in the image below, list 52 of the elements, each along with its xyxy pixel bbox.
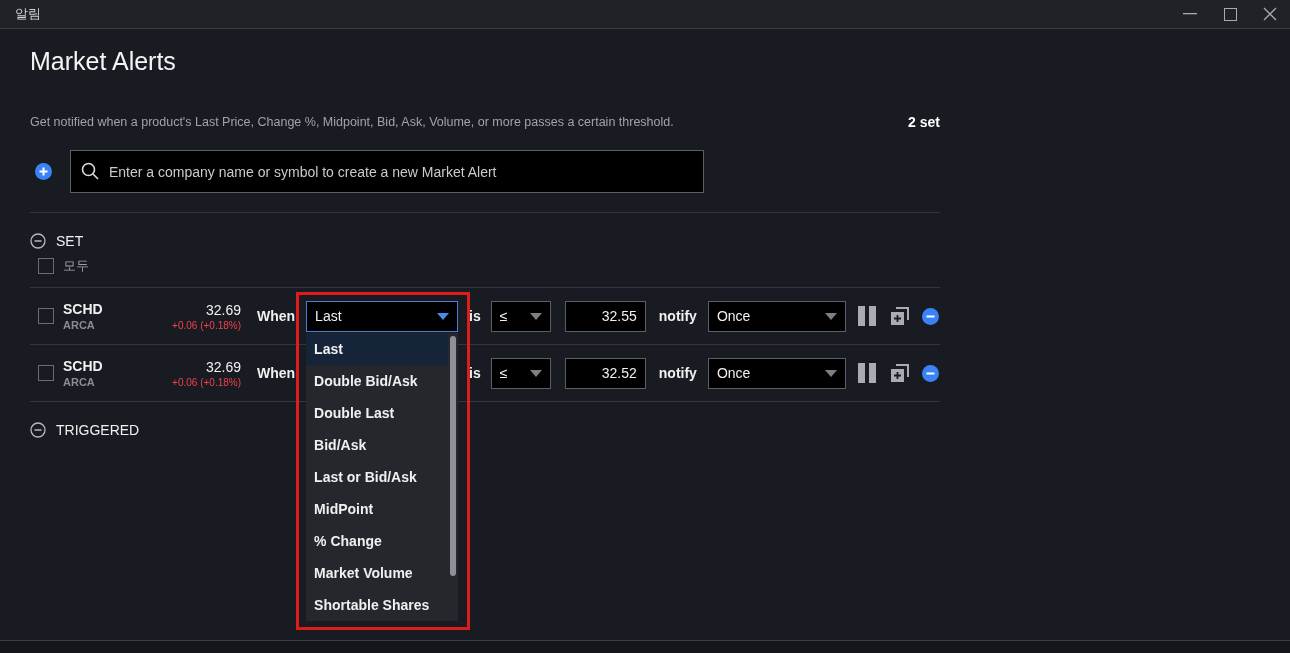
pause-icon[interactable] bbox=[857, 363, 876, 383]
threshold-field[interactable]: 32.52 bbox=[564, 357, 646, 389]
collapse-icon[interactable] bbox=[30, 422, 46, 438]
price-change: +0.06 (+0.18%) bbox=[172, 376, 241, 388]
duplicate-icon[interactable] bbox=[889, 306, 910, 326]
is-label: is bbox=[469, 308, 481, 324]
notify-label: notify bbox=[658, 308, 697, 324]
caret-icon bbox=[529, 312, 542, 320]
collapse-icon[interactable] bbox=[30, 233, 46, 249]
scrollbar[interactable] bbox=[450, 335, 457, 576]
caret-icon bbox=[824, 369, 837, 377]
when-label: When bbox=[257, 365, 296, 381]
checkbox[interactable] bbox=[38, 308, 54, 324]
when-label: When bbox=[257, 308, 296, 324]
is-label: is bbox=[469, 365, 481, 381]
duplicate-icon[interactable] bbox=[889, 363, 910, 383]
frequency-select[interactable]: Once bbox=[707, 300, 846, 332]
remove-icon[interactable] bbox=[921, 307, 939, 325]
threshold-field[interactable]: 32.55 bbox=[564, 300, 646, 332]
price: 32.69 bbox=[205, 301, 241, 318]
price: 32.69 bbox=[205, 358, 241, 375]
window-title: 알림 bbox=[15, 5, 42, 23]
frequency-select[interactable]: Once bbox=[707, 357, 846, 389]
minimize-icon bbox=[1183, 13, 1197, 15]
alert-count: 2 set bbox=[908, 114, 940, 130]
checkbox[interactable] bbox=[38, 365, 54, 381]
search-icon bbox=[81, 162, 99, 180]
exchange: ARCA bbox=[63, 319, 96, 331]
price-change: +0.06 (+0.18%) bbox=[172, 319, 241, 331]
checkbox[interactable] bbox=[38, 258, 54, 274]
description: Get notified when a product's Last Price, Change %, Midpoint, Bid, Ask, Volume, or more passes a certain threshold. bbox=[30, 115, 674, 129]
dropdown-option[interactable]: Last bbox=[306, 332, 449, 365]
field-select[interactable]: Last bbox=[306, 300, 459, 332]
caret-icon bbox=[529, 369, 542, 377]
search-field[interactable]: Enter a company name or symbol to create a new Market Alert bbox=[70, 150, 704, 193]
symbol: SCHD bbox=[63, 301, 104, 317]
caret-icon bbox=[824, 312, 837, 320]
symbol: SCHD bbox=[63, 358, 104, 374]
remove-icon[interactable] bbox=[921, 364, 939, 382]
notify-label: notify bbox=[658, 365, 697, 381]
page-title: Market Alerts bbox=[30, 47, 177, 76]
maximize-icon bbox=[1223, 7, 1237, 21]
caret-icon bbox=[437, 312, 450, 320]
section-label: SET bbox=[56, 233, 84, 249]
add-icon[interactable] bbox=[35, 163, 52, 180]
select-all-label: 모두 bbox=[63, 257, 89, 275]
operator-select[interactable]: ≤ bbox=[490, 300, 551, 332]
close-icon bbox=[1263, 7, 1277, 21]
operator-select[interactable]: ≤ bbox=[490, 357, 551, 389]
pause-icon[interactable] bbox=[857, 306, 876, 326]
exchange: ARCA bbox=[63, 376, 96, 388]
section-label: TRIGGERED bbox=[56, 422, 140, 438]
